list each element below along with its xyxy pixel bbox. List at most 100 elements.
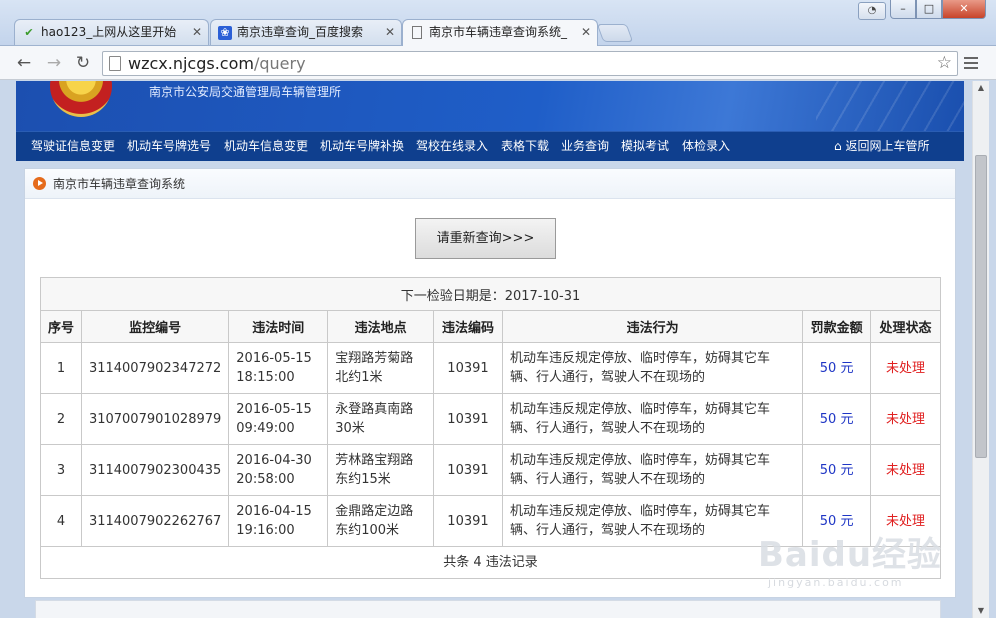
cell-code: 10391 — [433, 495, 503, 547]
cell-no: 4 — [40, 495, 82, 547]
table-row: 3 3114007902300435 2016-04-30 20:58:00 芳林… — [40, 444, 941, 496]
cell-time: 2016-05-15 18:15:00 — [228, 342, 329, 394]
next-inspection-date: 下一检验日期是：2017-10-31 — [40, 277, 941, 311]
tab-title: 南京市车辆违章查询系统_ — [429, 25, 568, 39]
watermark-logo: Baidu经验 — [758, 535, 943, 575]
nav-plate-select[interactable]: 机动车号牌选号 — [127, 132, 211, 161]
police-emblem-icon — [50, 81, 112, 117]
close-tab-icon[interactable]: ✕ — [192, 20, 202, 45]
cell-monitor-id: 3114007902347272 — [80, 342, 230, 394]
col-header-time: 违法时间 — [228, 310, 329, 343]
site-banner: 南京市公安局交通管理局车辆管理所 — [16, 81, 964, 131]
cell-code: 10391 — [433, 444, 503, 496]
cell-clock: 09:49:00 — [236, 421, 295, 436]
cell-fine: 50 元 — [802, 393, 872, 445]
minimize-button[interactable]: – — [890, 0, 916, 19]
nav-medical-entry[interactable]: 体检录入 — [682, 132, 730, 161]
browser-toolbar: ← → ↻ wzcx.njcgs.com/query ☆ — [0, 46, 996, 80]
cell-clock: 18:15:00 — [236, 370, 295, 385]
baidu-paw-icon: ❀ — [218, 26, 232, 40]
cell-fine: 50 元 — [802, 444, 872, 496]
close-tab-icon[interactable]: ✕ — [581, 20, 591, 45]
cell-fine: 50 元 — [802, 342, 872, 394]
nav-school-entry[interactable]: 驾校在线录入 — [416, 132, 488, 161]
back-arrow-icon[interactable]: ← — [13, 52, 35, 74]
panel-title: 南京市车辆违章查询系统 — [53, 177, 186, 191]
cell-clock: 19:16:00 — [236, 523, 295, 538]
cell-location: 芳林路宝翔路东约15米 — [327, 444, 434, 496]
requery-button[interactable]: 请重新查询>>> — [415, 218, 556, 259]
address-bar[interactable]: wzcx.njcgs.com/query ☆ — [102, 51, 958, 76]
cell-time: 2016-04-30 20:58:00 — [228, 444, 329, 496]
tab-title: 南京违章查询_百度搜索 — [237, 25, 364, 39]
cell-no: 3 — [40, 444, 82, 496]
menu-hamburger-icon[interactable] — [962, 54, 980, 72]
cell-location: 金鼎路定边路东约100米 — [327, 495, 434, 547]
nav-plate-replace[interactable]: 机动车号牌补换 — [320, 132, 404, 161]
nav-vehicle-change[interactable]: 机动车信息变更 — [224, 132, 308, 161]
next-panel — [35, 600, 941, 618]
nav-license-change[interactable]: 驾驶证信息变更 — [31, 132, 115, 161]
cell-no: 2 — [40, 393, 82, 445]
cell-behavior: 机动车违反规定停放、临时停车，妨碍其它车辆、行人通行，驾驶人不在现场的 — [501, 444, 804, 496]
cell-monitor-id: 3114007902262767 — [80, 495, 230, 547]
agency-name: 南京市公安局交通管理局车辆管理所 — [149, 85, 342, 99]
vertical-scrollbar[interactable]: ▲ ▼ — [972, 81, 989, 618]
cell-date: 2016-04-15 — [236, 504, 312, 519]
cell-clock: 20:58:00 — [236, 472, 295, 487]
scrollbar-thumb[interactable] — [975, 155, 987, 458]
watermark-site: jingyan.baidu.com — [768, 576, 904, 589]
close-tab-icon[interactable]: ✕ — [385, 20, 395, 45]
scroll-down-icon[interactable]: ▼ — [973, 604, 989, 618]
url-path: /query — [253, 54, 306, 73]
cell-time: 2016-05-15 09:49:00 — [228, 393, 329, 445]
maximize-button[interactable]: □ — [916, 0, 942, 19]
home-icon: ⌂ — [834, 139, 842, 153]
cell-date: 2016-05-15 — [236, 351, 312, 366]
panel-header: 南京市车辆违章查询系统 — [25, 169, 955, 199]
banner-decoration — [816, 81, 964, 131]
tab-hao123[interactable]: ✔ hao123_上网从这里开始 ✕ — [14, 19, 209, 45]
url-host: wzcx.njcgs.com — [128, 54, 254, 73]
cell-code: 10391 — [433, 393, 503, 445]
reload-icon[interactable]: ↻ — [72, 52, 94, 74]
cell-behavior: 机动车违反规定停放、临时停车，妨碍其它车辆、行人通行，驾驶人不在现场的 — [501, 393, 804, 445]
nav-business-query[interactable]: 业务查询 — [561, 132, 609, 161]
cell-behavior: 机动车违反规定停放、临时停车，妨碍其它车辆、行人通行，驾驶人不在现场的 — [501, 342, 804, 394]
forward-arrow-icon[interactable]: → — [43, 52, 65, 74]
return-link[interactable]: ⌂ 返回网上车管所 — [834, 132, 929, 161]
cell-status: 未处理 — [870, 393, 941, 445]
tab-title: hao123_上网从这里开始 — [41, 25, 177, 39]
col-header-location: 违法地点 — [327, 310, 434, 343]
cell-location: 宝翔路芳菊路北约1米 — [327, 342, 434, 394]
col-header-fine: 罚款金额 — [802, 310, 872, 343]
play-arrow-icon — [33, 177, 46, 190]
site-nav: 驾驶证信息变更 机动车号牌选号 机动车信息变更 机动车号牌补换 驾校在线录入 表… — [16, 131, 964, 161]
scroll-up-icon[interactable]: ▲ — [973, 81, 989, 95]
nav-form-download[interactable]: 表格下载 — [501, 132, 549, 161]
col-header-behavior: 违法行为 — [501, 310, 804, 343]
cell-monitor-id: 3107007901028979 — [80, 393, 230, 445]
baidu-jingyan-watermark: Baidu经验 jingyan.baidu.com — [758, 527, 948, 597]
col-header-monitor: 监控编号 — [80, 310, 230, 343]
close-window-button[interactable]: ✕ — [942, 0, 986, 19]
cell-no: 1 — [40, 342, 82, 394]
tab-baidu-search[interactable]: ❀ 南京违章查询_百度搜索 ✕ — [210, 19, 402, 45]
cell-time: 2016-04-15 19:16:00 — [228, 495, 329, 547]
cell-date: 2016-05-15 — [236, 402, 312, 417]
new-tab-button[interactable] — [596, 24, 634, 42]
tab-strip: ✔ hao123_上网从这里开始 ✕ ❀ 南京违章查询_百度搜索 ✕ 南京市车辆… — [0, 0, 996, 46]
url-text: wzcx.njcgs.com/query — [128, 52, 306, 75]
cell-status: 未处理 — [870, 444, 941, 496]
user-profile-icon[interactable]: ◔ — [858, 2, 886, 20]
cell-monitor-id: 3114007902300435 — [80, 444, 230, 496]
tab-violation-query[interactable]: 南京市车辆违章查询系统_ ✕ — [402, 19, 598, 46]
page-icon — [109, 56, 121, 71]
nav-mock-exam[interactable]: 模拟考试 — [621, 132, 669, 161]
cell-date: 2016-04-30 — [236, 453, 312, 468]
return-label: 返回网上车管所 — [845, 139, 930, 153]
col-header-code: 违法编码 — [433, 310, 503, 343]
cell-status: 未处理 — [870, 342, 941, 394]
page-icon — [412, 26, 422, 39]
bookmark-star-icon[interactable]: ☆ — [937, 52, 952, 75]
